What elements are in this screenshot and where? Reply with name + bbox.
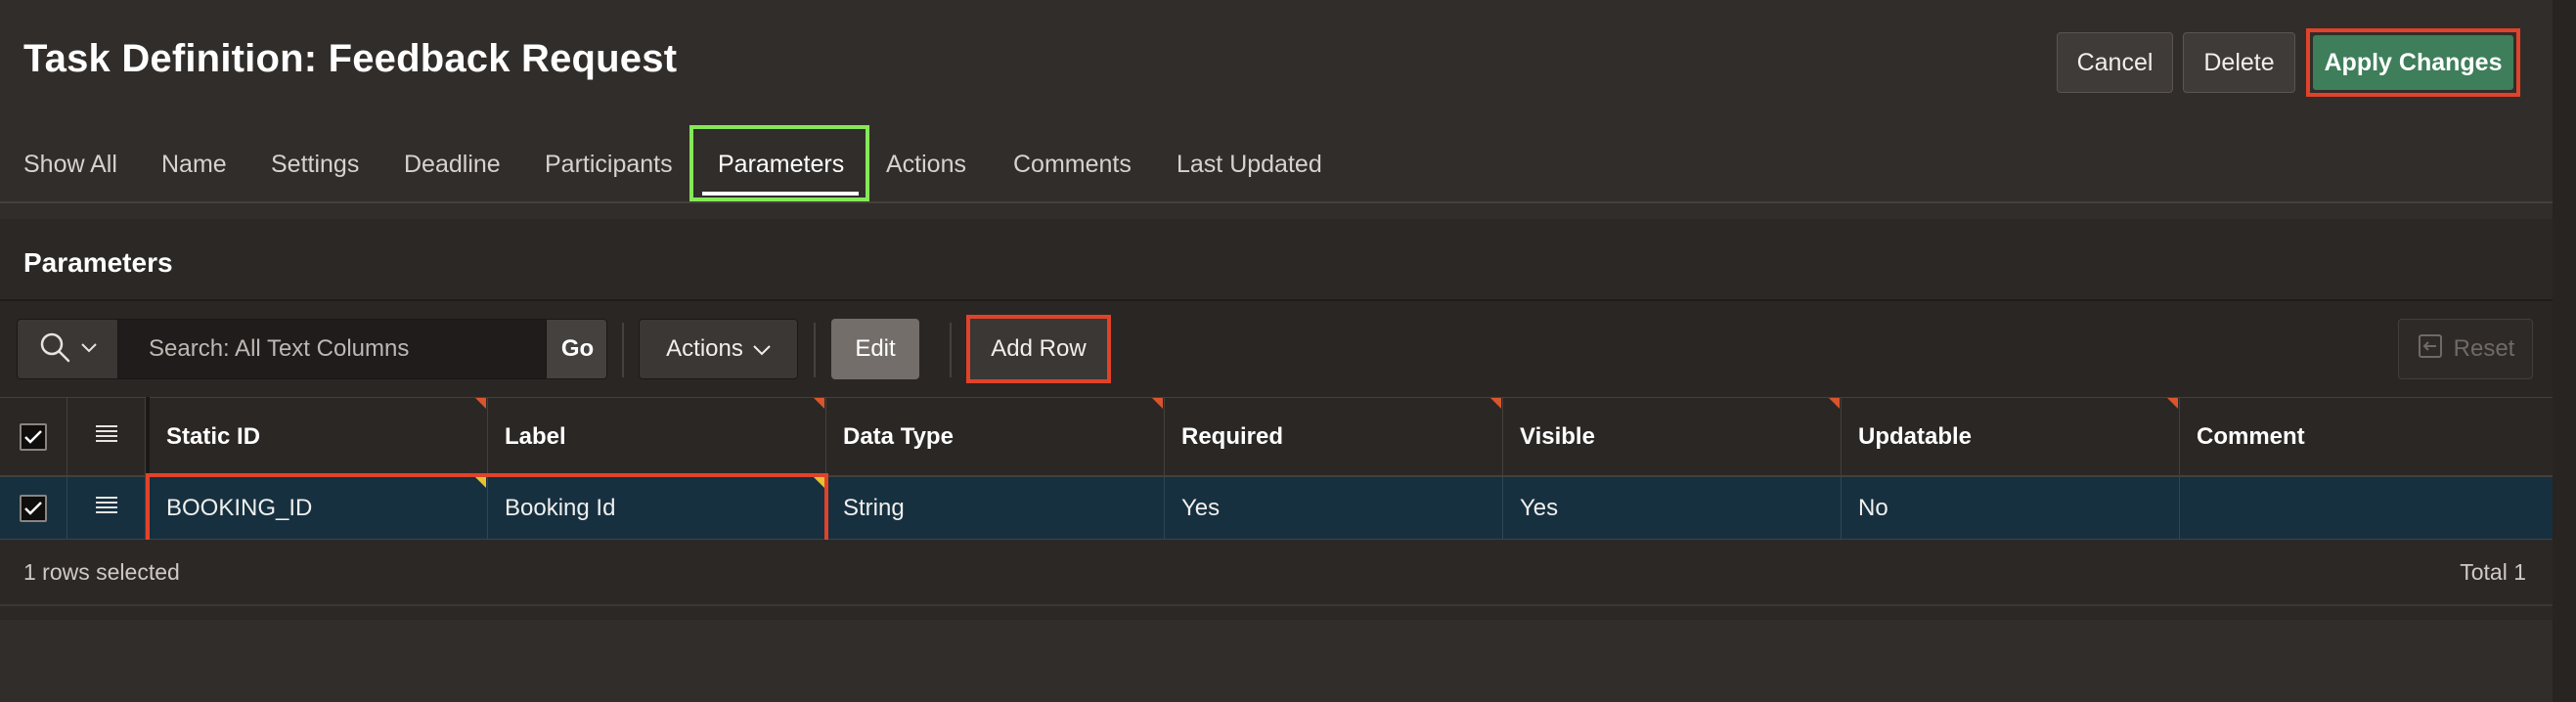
cell-required[interactable]: Yes	[1165, 477, 1503, 539]
cell-value: Yes	[1181, 494, 1221, 521]
cancel-button[interactable]: Cancel	[2057, 32, 2173, 93]
tab-actions[interactable]: Actions	[886, 127, 966, 201]
column-header-label: Comment	[2197, 422, 2305, 450]
row-select-cell	[0, 477, 67, 539]
reset-button[interactable]: Reset	[2398, 319, 2533, 379]
column-header-label-col[interactable]: Label	[488, 398, 826, 475]
row-actions-cell	[67, 477, 146, 539]
tab-comments[interactable]: Comments	[1013, 127, 1132, 201]
add-row-highlight: Add Row	[966, 315, 1111, 383]
actions-menu-button[interactable]: Actions	[639, 319, 798, 379]
tab-settings[interactable]: Settings	[271, 127, 359, 201]
tab-last-updated[interactable]: Last Updated	[1177, 127, 1322, 201]
toolbar-divider	[814, 323, 816, 377]
toolbar-divider	[622, 323, 624, 377]
column-header-label: Static ID	[166, 422, 261, 450]
page-right-edge	[2553, 0, 2576, 702]
column-header-data-type[interactable]: Data Type	[826, 398, 1165, 475]
tab-participants[interactable]: Participants	[545, 127, 673, 201]
region-title: Parameters	[23, 247, 173, 278]
section-tabs: Show All Name Settings Deadline Particip…	[0, 127, 1369, 205]
search-icon	[38, 330, 71, 369]
edit-button[interactable]: Edit	[831, 319, 919, 379]
total-count: Total 1	[2460, 559, 2526, 585]
required-marker-icon	[2167, 398, 2178, 409]
delete-button[interactable]: Delete	[2183, 32, 2295, 93]
column-header-updatable[interactable]: Updatable	[1842, 398, 2180, 475]
tab-show-all[interactable]: Show All	[23, 127, 117, 201]
required-marker-icon	[814, 398, 824, 409]
column-header-static-id[interactable]: Static ID	[150, 398, 488, 475]
column-header-label: Required	[1181, 422, 1284, 450]
grid-header-row: Static ID Label Data Type Required Visib…	[0, 397, 2553, 477]
chevron-down-icon	[753, 335, 771, 363]
page-bottom	[0, 620, 2576, 702]
apply-changes-button[interactable]: Apply Changes	[2313, 35, 2513, 90]
cell-value: String	[843, 494, 905, 521]
required-marker-icon	[1829, 398, 1840, 409]
required-marker-icon	[1152, 398, 1163, 409]
reset-label: Reset	[2453, 335, 2515, 362]
search-input[interactable]	[121, 320, 542, 378]
menu-lines-icon[interactable]	[94, 423, 119, 451]
column-header-label: Updatable	[1858, 422, 1973, 450]
row-actions-header	[67, 398, 146, 475]
selection-count: 1 rows selected	[23, 559, 180, 585]
cell-data-type[interactable]: String	[826, 477, 1165, 539]
menu-lines-icon[interactable]	[94, 495, 119, 522]
tab-name[interactable]: Name	[161, 127, 227, 201]
toolbar-divider	[950, 323, 952, 377]
search-column-selector[interactable]	[18, 320, 118, 378]
tabs-divider	[0, 201, 2553, 203]
required-marker-icon	[1490, 398, 1501, 409]
cell-updatable[interactable]: No	[1842, 477, 2180, 539]
page-title: Task Definition: Feedback Request	[23, 37, 678, 80]
apply-changes-highlight: Apply Changes	[2306, 28, 2520, 97]
chevron-down-icon	[81, 340, 97, 358]
select-all-cell	[0, 398, 67, 475]
column-header-comment[interactable]: Comment	[2180, 398, 2553, 475]
column-header-label: Visible	[1520, 422, 1595, 450]
cell-comment[interactable]	[2180, 477, 2553, 539]
column-header-required[interactable]: Required	[1165, 398, 1503, 475]
search-bar: Go	[17, 319, 607, 379]
actions-label: Actions	[666, 335, 743, 362]
required-marker-icon	[475, 398, 486, 409]
edited-cells-highlight	[146, 473, 828, 548]
column-header-visible[interactable]: Visible	[1503, 398, 1842, 475]
column-header-label: Label	[505, 422, 566, 450]
select-all-checkbox[interactable]	[20, 422, 47, 451]
add-row-button[interactable]: Add Row	[970, 319, 1107, 379]
reset-icon	[2417, 333, 2444, 366]
tab-deadline[interactable]: Deadline	[404, 127, 501, 201]
go-button[interactable]: Go	[546, 320, 606, 378]
column-header-label: Data Type	[843, 422, 954, 450]
grid-footer: 1 rows selected Total 1	[0, 540, 2553, 606]
cell-value: No	[1858, 494, 1888, 521]
row-checkbox[interactable]	[20, 494, 47, 522]
parameters-tab-highlight	[689, 125, 869, 201]
cell-visible[interactable]: Yes	[1503, 477, 1842, 539]
cell-value: Yes	[1520, 494, 1559, 521]
